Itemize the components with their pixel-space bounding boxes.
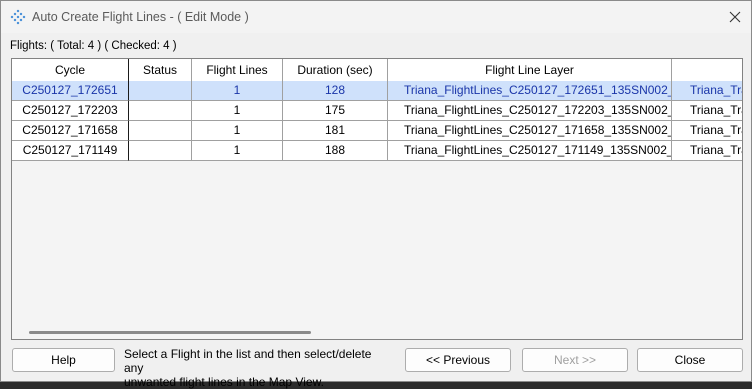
- next-button[interactable]: Next >>: [522, 348, 628, 372]
- cell-duration: 188: [283, 141, 388, 161]
- column-header-status[interactable]: Status: [129, 59, 192, 81]
- cell-status: [129, 101, 192, 121]
- help-button[interactable]: Help: [12, 348, 115, 372]
- flights-summary: Flights: ( Total: 4 ) ( Checked: 4 ): [10, 40, 177, 52]
- diamond-grid-icon: [10, 9, 26, 25]
- dialog-window: Auto Create Flight Lines - ( Edit Mode )…: [0, 0, 752, 389]
- column-header-flight-line-layer[interactable]: Flight Line Layer: [388, 59, 672, 81]
- cell-cycle: C250127_171658: [12, 121, 129, 141]
- cell-duration: 181: [283, 121, 388, 141]
- close-window-button[interactable]: [719, 1, 751, 33]
- table-body: C250127_172651 1 128 Triana_FlightLines_…: [12, 81, 742, 161]
- cell-extra: Triana_Tra: [672, 121, 742, 141]
- cell-flight-line-layer: Triana_FlightLines_C250127_172203_135SN0…: [388, 101, 672, 121]
- cell-flight-line-layer: Triana_FlightLines_C250127_172651_135SN0…: [388, 81, 672, 101]
- cell-flight-lines: 1: [192, 141, 283, 161]
- cell-duration: 175: [283, 101, 388, 121]
- close-icon: [729, 11, 741, 23]
- close-button[interactable]: Close: [637, 348, 743, 372]
- instruction-text: Select a Flight in the list and then sel…: [124, 347, 394, 389]
- column-header-cycle[interactable]: Cycle: [12, 59, 129, 81]
- cell-flight-line-layer: Triana_FlightLines_C250127_171149_135SN0…: [388, 141, 672, 161]
- table-row[interactable]: C250127_172651 1 128 Triana_FlightLines_…: [12, 81, 742, 101]
- table-header: Cycle Status Flight Lines Duration (sec)…: [12, 59, 742, 82]
- cell-flight-lines: 1: [192, 121, 283, 141]
- cell-duration: 128: [283, 81, 388, 101]
- column-header-flight-lines[interactable]: Flight Lines: [192, 59, 283, 81]
- cell-status: [129, 121, 192, 141]
- cell-flight-lines: 1: [192, 81, 283, 101]
- cell-flight-line-layer: Triana_FlightLines_C250127_171658_135SN0…: [388, 121, 672, 141]
- instruction-line-2: unwanted flight lines in the Map View.: [124, 375, 324, 389]
- column-header-duration[interactable]: Duration (sec): [283, 59, 388, 81]
- table-row[interactable]: C250127_171658 1 181 Triana_FlightLines_…: [12, 121, 742, 141]
- cell-status: [129, 141, 192, 161]
- cell-extra: Triana_Tra: [672, 81, 742, 101]
- cell-cycle: C250127_172651: [12, 81, 129, 101]
- title-bar[interactable]: Auto Create Flight Lines - ( Edit Mode ): [1, 1, 751, 33]
- horizontal-scrollbar[interactable]: [12, 325, 742, 339]
- instruction-line-1: Select a Flight in the list and then sel…: [124, 347, 372, 375]
- flights-table: Cycle Status Flight Lines Duration (sec)…: [11, 58, 743, 340]
- cell-flight-lines: 1: [192, 101, 283, 121]
- previous-button[interactable]: << Previous: [405, 348, 511, 372]
- cell-status: [129, 81, 192, 101]
- scrollbar-thumb[interactable]: [29, 331, 311, 334]
- table-row[interactable]: C250127_171149 1 188 Triana_FlightLines_…: [12, 141, 742, 161]
- table-row[interactable]: C250127_172203 1 175 Triana_FlightLines_…: [12, 101, 742, 121]
- cell-extra: Triana_Tra: [672, 141, 742, 161]
- window-title: Auto Create Flight Lines - ( Edit Mode ): [32, 10, 249, 24]
- cell-extra: Triana_Tra: [672, 101, 742, 121]
- cell-cycle: C250127_171149: [12, 141, 129, 161]
- column-header-extra[interactable]: [672, 59, 742, 81]
- cell-cycle: C250127_172203: [12, 101, 129, 121]
